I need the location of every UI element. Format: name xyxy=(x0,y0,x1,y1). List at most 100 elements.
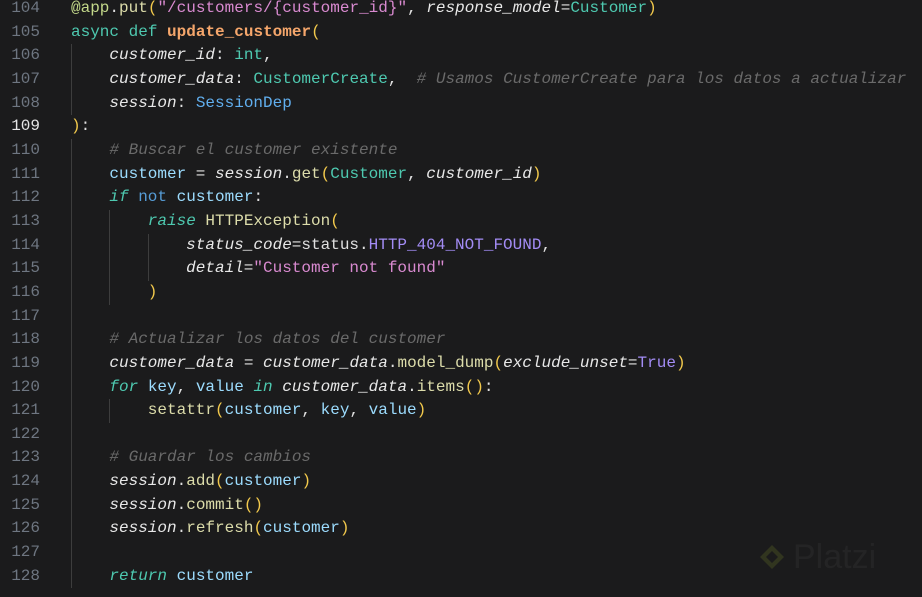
code-token: raise xyxy=(147,211,196,230)
code-token: : xyxy=(176,93,196,112)
code-token: customer xyxy=(176,188,254,207)
indent-guide xyxy=(71,446,109,471)
indent-guide xyxy=(71,399,109,423)
code-token: ( xyxy=(330,211,340,230)
code-line[interactable]: 117 xyxy=(0,304,922,329)
line-number: 116 xyxy=(11,282,40,301)
indent-guide xyxy=(109,399,147,423)
line-code: return customer xyxy=(71,564,253,589)
code-token: = xyxy=(627,353,638,372)
code-token: ) xyxy=(416,401,427,420)
code-token: session xyxy=(109,519,177,538)
line-code: for key, value in customer_data.items(): xyxy=(71,375,494,400)
indent-guide xyxy=(71,541,109,565)
line-number: 114 xyxy=(11,235,40,254)
code-line[interactable]: 107 customer_data: CustomerCreate, # Usam… xyxy=(0,67,922,92)
line-code: session.commit() xyxy=(71,493,264,518)
code-line[interactable]: 125 session.commit() xyxy=(0,493,922,518)
code-line[interactable]: 121 setattr(customer, key, value) xyxy=(0,399,922,423)
code-editor[interactable]: 104 @app.put("/customers/{customer_id}", … xyxy=(0,0,922,589)
code-token: HTTP_404_NOT_FOUND xyxy=(368,235,542,254)
line-code: ): xyxy=(71,115,90,139)
code-token: . xyxy=(176,472,187,491)
code-line[interactable]: 116) xyxy=(0,280,922,305)
code-token: ) xyxy=(647,0,657,17)
indent-guide xyxy=(71,162,109,187)
indent-guide xyxy=(109,233,147,258)
code-token: : xyxy=(253,188,264,207)
code-token: ) xyxy=(71,117,81,136)
code-token: = xyxy=(234,353,264,372)
code-token: key xyxy=(147,377,177,396)
code-token: , xyxy=(263,46,273,65)
code-line[interactable]: 108 session: SessionDep xyxy=(0,91,922,116)
indent-guide xyxy=(147,233,186,258)
indent-guide xyxy=(71,257,109,281)
code-token: , xyxy=(387,69,417,88)
line-number: 105 xyxy=(11,22,40,41)
line-code xyxy=(71,422,109,447)
indent-guide xyxy=(71,351,109,376)
line-number: 119 xyxy=(11,353,40,372)
code-token: customer xyxy=(263,519,340,538)
code-token: # Usamos CustomerCreate para los datos a… xyxy=(416,69,907,88)
code-line[interactable]: 110 # Buscar el customer existente xyxy=(0,138,922,163)
code-token: status_code xyxy=(186,235,292,254)
code-token: detail xyxy=(186,259,244,278)
code-token: () xyxy=(243,495,264,514)
code-token: value xyxy=(368,401,417,420)
code-line[interactable]: 124 session.add(customer) xyxy=(0,470,922,494)
indent-guide xyxy=(71,138,109,163)
code-token: exclude_unset xyxy=(503,353,628,372)
code-token: for xyxy=(109,377,139,396)
indent-guide xyxy=(71,91,109,116)
line-code: detail="Customer not found" xyxy=(71,257,445,281)
indent-guide xyxy=(71,304,109,329)
code-token: get xyxy=(291,164,321,183)
code-token: commit xyxy=(186,495,244,514)
code-line[interactable]: 111 customer = session.get(Customer, cust… xyxy=(0,162,922,187)
code-line[interactable]: 123 # Guardar los cambios xyxy=(0,446,922,471)
line-code xyxy=(71,541,109,565)
code-token: # Buscar el customer existente xyxy=(109,140,398,159)
code-line[interactable]: 113 raise HTTPException( xyxy=(0,209,922,234)
indent-guide xyxy=(109,209,147,234)
code-line[interactable]: 105 async def update_customer( xyxy=(0,21,922,45)
indent-guide xyxy=(71,517,109,542)
code-token: ) xyxy=(147,282,158,301)
code-line[interactable]: 109): xyxy=(0,115,922,139)
code-token: . xyxy=(176,519,187,538)
code-line[interactable]: 122 xyxy=(0,422,922,447)
code-line[interactable]: 104 @app.put("/customers/{customer_id}", … xyxy=(0,0,922,21)
code-token: HTTPException xyxy=(205,211,331,230)
line-code: # Buscar el customer existente xyxy=(71,138,398,163)
code-token: response_model xyxy=(426,0,561,17)
line-code: raise HTTPException( xyxy=(71,209,340,234)
code-token: . xyxy=(407,377,417,396)
line-code xyxy=(71,304,109,329)
line-code: status_code=status.HTTP_404_NOT_FOUND, xyxy=(71,233,551,258)
line-code: # Actualizar los datos del customer xyxy=(71,328,445,352)
indent-guide xyxy=(109,257,147,281)
code-line[interactable]: 120 for key, value in customer_data.items… xyxy=(0,375,922,400)
code-token: @app xyxy=(71,0,110,17)
indent-guide xyxy=(71,233,109,258)
code-line[interactable]: 119 customer_data = customer_data.model_d… xyxy=(0,351,922,376)
code-token: add xyxy=(186,472,216,491)
code-token: , xyxy=(407,164,427,183)
code-token: customer xyxy=(224,401,302,420)
line-number: 110 xyxy=(11,140,40,159)
code-line[interactable]: 118 # Actualizar los datos del customer xyxy=(0,328,922,352)
line-number: 122 xyxy=(11,424,40,443)
code-line[interactable]: 115 detail="Customer not found" xyxy=(0,257,922,281)
code-token: status xyxy=(301,235,360,254)
indent-guide xyxy=(71,209,109,234)
code-line[interactable]: 112 if not customer: xyxy=(0,186,922,210)
code-token: # Guardar los cambios xyxy=(109,448,312,467)
code-line[interactable]: 106 customer_id: int, xyxy=(0,44,922,68)
indent-guide xyxy=(71,280,109,305)
code-line[interactable]: 114 status_code=status.HTTP_404_NOT_FOUND… xyxy=(0,233,922,258)
code-token: True xyxy=(637,353,676,372)
